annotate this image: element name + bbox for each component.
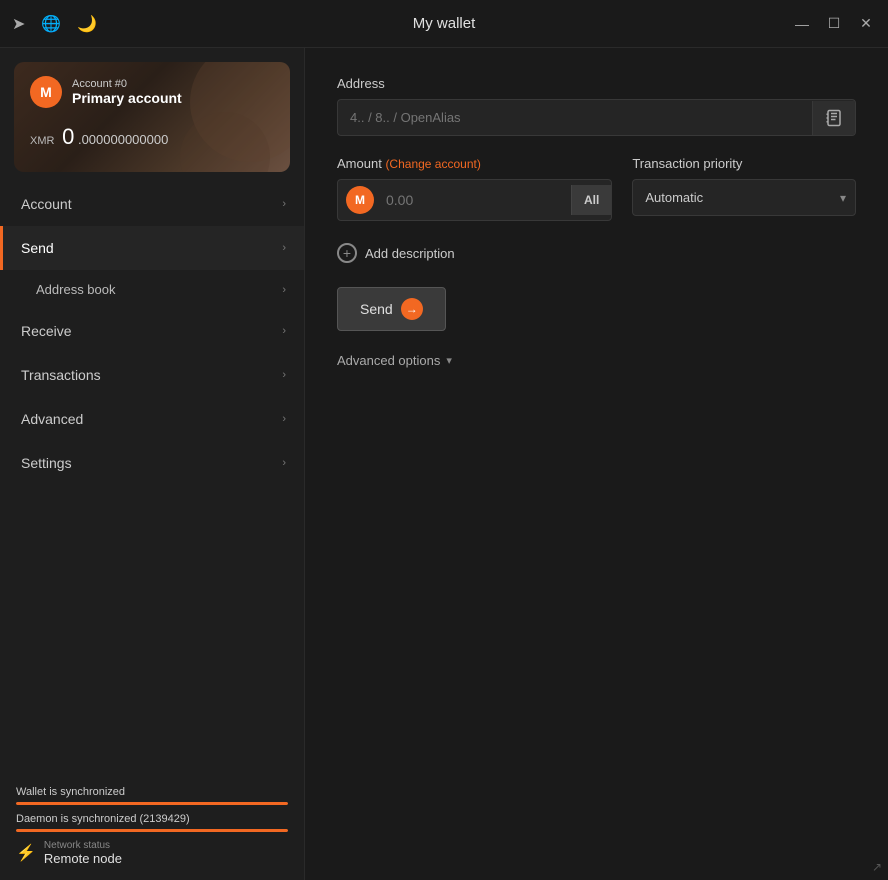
network-status: ⚡ Network status Remote node (16, 840, 288, 866)
chevron-right-icon: › (282, 457, 286, 469)
sidebar-item-advanced[interactable]: Advanced › (0, 397, 304, 441)
amount-input-wrap: M All (337, 179, 612, 221)
main-layout: M Account #0 Primary account XMR 0 .0000… (0, 48, 888, 880)
monero-logo: M (30, 76, 62, 108)
arrow-icon[interactable]: ➤ (12, 14, 25, 34)
sidebar-item-receive[interactable]: Receive › (0, 309, 304, 353)
chevron-right-icon: › (282, 413, 286, 425)
send-button-label: Send (360, 301, 393, 317)
window-controls: — ☐ ✕ (792, 15, 876, 32)
send-arrow-icon: → (401, 298, 423, 320)
address-input[interactable] (338, 100, 812, 135)
advanced-options-label: Advanced options (337, 353, 440, 368)
main-content: Address Amount (Change acc (305, 48, 888, 880)
chevron-right-icon: › (282, 242, 286, 254)
sidebar-item-advanced-label: Advanced (21, 411, 83, 427)
balance-decimal: .000000000000 (78, 132, 168, 147)
wallet-sync-bar (16, 802, 288, 805)
sidebar-item-address-book[interactable]: Address book › (0, 270, 304, 309)
resize-handle[interactable]: ↗ (872, 860, 882, 874)
priority-section: Transaction priority Automatic Slow Norm… (632, 156, 856, 216)
chevron-right-icon: › (282, 198, 286, 210)
globe-icon[interactable]: 🌐 (41, 14, 61, 34)
priority-select-wrap: Automatic Slow Normal Fast Fastest ▾ (632, 179, 856, 216)
send-button[interactable]: Send → (337, 287, 446, 331)
bolt-icon: ⚡ (16, 843, 36, 863)
titlebar-left-icons: ➤ 🌐 🌙 (12, 14, 97, 34)
sidebar-item-account-label: Account (21, 196, 72, 212)
account-card: M Account #0 Primary account XMR 0 .0000… (14, 62, 290, 172)
amount-priority-row: Amount (Change account) M All Transactio… (337, 156, 856, 221)
network-info: Network status Remote node (44, 840, 122, 866)
sidebar-item-receive-label: Receive (21, 323, 72, 339)
change-account-link[interactable]: (Change account) (385, 157, 480, 171)
address-label: Address (337, 76, 856, 91)
address-book-button[interactable] (812, 101, 855, 135)
sidebar-item-send-label: Send (21, 240, 54, 256)
amount-label: Amount (Change account) (337, 156, 612, 171)
maximize-button[interactable]: ☐ (824, 15, 844, 32)
sidebar-item-transactions[interactable]: Transactions › (0, 353, 304, 397)
network-status-label: Network status (44, 840, 122, 851)
wallet-sync-label: Wallet is synchronized (16, 786, 288, 798)
add-description-button[interactable]: + Add description (337, 243, 856, 263)
priority-label: Transaction priority (632, 156, 856, 171)
account-name: Primary account (72, 90, 182, 106)
balance-integer: 0 (62, 124, 74, 149)
sidebar-item-transactions-label: Transactions (21, 367, 101, 383)
sidebar-item-settings[interactable]: Settings › (0, 441, 304, 485)
sidebar-item-send[interactable]: Send › (0, 226, 304, 270)
chevron-right-icon: › (282, 369, 286, 381)
plus-icon: + (337, 243, 357, 263)
daemon-sync-bar (16, 829, 288, 832)
sidebar-item-account[interactable]: Account › (0, 182, 304, 226)
sidebar-item-address-book-label: Address book (36, 282, 116, 297)
daemon-sync-fill (16, 829, 288, 832)
sidebar: M Account #0 Primary account XMR 0 .0000… (0, 48, 305, 880)
amount-input[interactable] (382, 184, 571, 216)
close-button[interactable]: ✕ (856, 15, 876, 32)
network-value: Remote node (44, 851, 122, 866)
chevron-down-icon: ▾ (446, 354, 452, 367)
account-balance: XMR 0 .000000000000 (30, 124, 274, 150)
all-button[interactable]: All (571, 185, 611, 215)
wallet-sync-fill (16, 802, 288, 805)
address-input-wrap (337, 99, 856, 136)
daemon-sync-label: Daemon is synchronized (2139429) (16, 813, 288, 825)
advanced-options-toggle[interactable]: Advanced options ▾ (337, 353, 856, 368)
sidebar-item-settings-label: Settings (21, 455, 72, 471)
balance-currency: XMR (30, 135, 54, 147)
chevron-right-icon: › (282, 325, 286, 337)
moon-icon[interactable]: 🌙 (77, 14, 97, 34)
account-number: Account #0 (72, 78, 182, 90)
minimize-button[interactable]: — (792, 16, 812, 32)
window-title: My wallet (413, 15, 476, 32)
priority-select[interactable]: Automatic Slow Normal Fast Fastest (632, 179, 856, 216)
monero-logo-small: M (346, 186, 374, 214)
account-info: Account #0 Primary account (72, 78, 182, 106)
titlebar: ➤ 🌐 🌙 My wallet — ☐ ✕ (0, 0, 888, 48)
sidebar-footer: Wallet is synchronized Daemon is synchro… (0, 774, 304, 880)
account-header: M Account #0 Primary account (30, 76, 274, 108)
amount-section: Amount (Change account) M All (337, 156, 612, 221)
add-description-label: Add description (365, 246, 455, 261)
chevron-right-icon: › (282, 284, 286, 296)
